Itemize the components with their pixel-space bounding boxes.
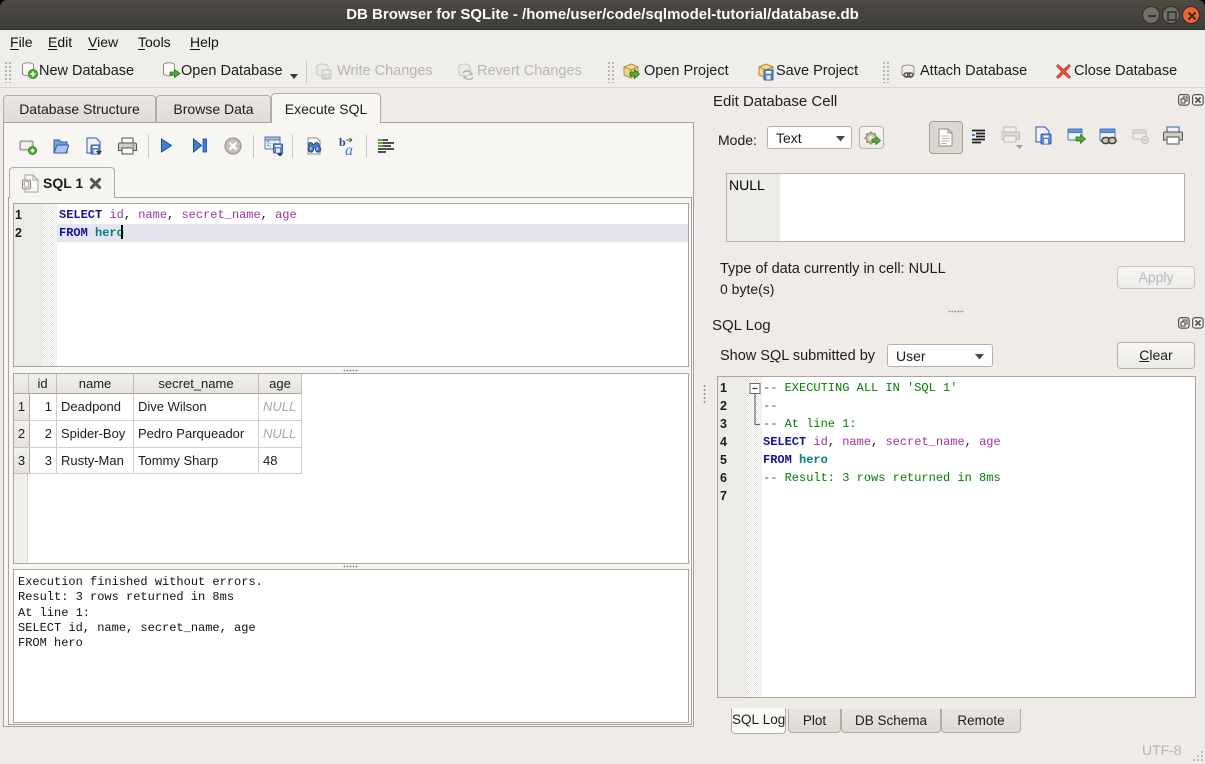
svg-text:a: a	[345, 142, 353, 156]
